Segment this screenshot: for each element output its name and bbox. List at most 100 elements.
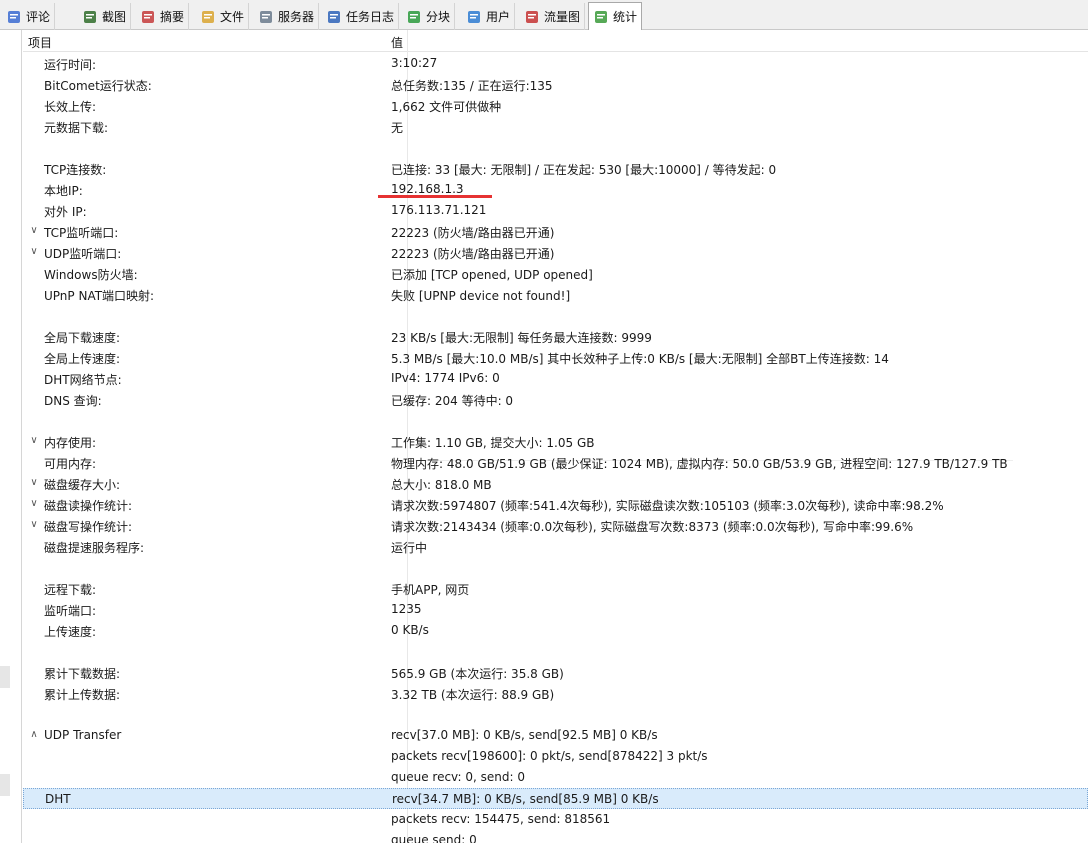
list-row[interactable]: 本地IP: 192.168.1.3	[23, 179, 1088, 200]
list-row[interactable]: Windows防火墙: 已添加 [TCP opened, UDP opened]	[23, 263, 1088, 284]
expander-icon[interactable]	[28, 78, 40, 90]
tab-log[interactable]: 任务日志	[322, 3, 400, 30]
expander-icon[interactable]: ∨	[28, 477, 40, 489]
tab-comment[interactable]: 评论	[2, 3, 56, 30]
expander-icon[interactable]	[28, 414, 40, 426]
list-row[interactable]: 累计上传数据: 3.32 TB (本次运行: 88.9 GB)	[23, 683, 1088, 704]
list-row[interactable]: ∨ 磁盘缓存大小: 总大小: 818.0 MB	[23, 473, 1088, 494]
list-row[interactable]: 长效上传: 1,662 文件可供做种	[23, 95, 1088, 116]
list-row[interactable]	[23, 704, 1088, 725]
expander-icon[interactable]	[28, 708, 40, 720]
expander-icon[interactable]	[28, 582, 40, 594]
expander-icon[interactable]: ∧	[28, 729, 40, 741]
expander-icon[interactable]	[28, 267, 40, 279]
row-key: 全局上传速度:	[44, 352, 121, 366]
expander-icon[interactable]	[28, 351, 40, 363]
expander-icon[interactable]: ∨	[28, 435, 40, 447]
list-row[interactable]: UPnP NAT端口映射: 失败 [UPNP device not found!]	[23, 284, 1088, 305]
tab-summary[interactable]: 摘要	[136, 3, 190, 30]
server-icon	[258, 9, 274, 25]
expander-icon[interactable]	[28, 666, 40, 678]
list-row[interactable]: 全局下载速度: 23 KB/s [最大:无限制] 每任务最大连接数: 9999	[23, 326, 1088, 347]
expander-icon[interactable]	[28, 309, 40, 321]
tab-line-chart[interactable]: 流量图	[520, 3, 586, 30]
list-row[interactable]: ∨ TCP监听端口: 22223 (防火墙/路由器已开通)	[23, 221, 1088, 242]
list-row[interactable]: 监听端口: 1235	[23, 599, 1088, 620]
list-row[interactable]: 全局上传速度: 5.3 MB/s [最大:10.0 MB/s] 其中长效种子上传:…	[23, 347, 1088, 368]
list-row[interactable]	[23, 410, 1088, 431]
list-row[interactable]: ∨ 内存使用: 工作集: 1.10 GB, 提交大小: 1.05 GB	[23, 431, 1088, 452]
expander-icon[interactable]	[28, 141, 40, 153]
expander-icon[interactable]	[28, 624, 40, 636]
list-row[interactable]: queue recv: 0, send: 0	[23, 767, 1088, 788]
list-row[interactable]: ∨ UDP监听端口: 22223 (防火墙/路由器已开通)	[23, 242, 1088, 263]
expander-icon[interactable]	[29, 793, 41, 805]
tab-user[interactable]: 用户	[462, 3, 516, 30]
expander-icon[interactable]	[28, 120, 40, 132]
expander-icon[interactable]	[28, 99, 40, 111]
expander-icon[interactable]	[28, 330, 40, 342]
row-value: queue recv: 0, send: 0	[391, 770, 525, 784]
tab-pie-chart[interactable]: 分块	[402, 3, 456, 30]
expander-icon[interactable]	[28, 393, 40, 405]
list-row[interactable]: packets recv: 154475, send: 818561	[23, 809, 1088, 830]
expander-icon[interactable]	[28, 813, 40, 825]
expander-icon[interactable]	[28, 834, 40, 843]
list-row[interactable]: packets recv[198600]: 0 pkt/s, send[8784…	[23, 746, 1088, 767]
tab-stats[interactable]: 统计	[588, 2, 643, 31]
expander-icon[interactable]	[28, 540, 40, 552]
expander-icon[interactable]	[28, 204, 40, 216]
expander-icon[interactable]: ∨	[28, 225, 40, 237]
expander-icon[interactable]	[28, 603, 40, 615]
list-row[interactable]: DHT网络节点: IPv4: 1774 IPv6: 0	[23, 368, 1088, 389]
expander-icon[interactable]: ∨	[28, 246, 40, 258]
list-row[interactable]: 对外 IP: 176.113.71.121	[23, 200, 1088, 221]
list-row[interactable]	[23, 557, 1088, 578]
expander-icon[interactable]	[28, 456, 40, 468]
expander-icon[interactable]	[28, 750, 40, 762]
row-value: 3.32 TB (本次运行: 88.9 GB)	[391, 688, 555, 702]
tab-label: 摘要	[160, 10, 185, 24]
tab-screenshot[interactable]: 截图	[78, 3, 132, 30]
list-row[interactable]: ∨ 磁盘读操作统计: 请求次数:5974807 (频率:541.4次每秒), 实际磁…	[23, 494, 1088, 515]
column-header-value[interactable]: 值	[391, 34, 403, 51]
list-row[interactable]	[23, 137, 1088, 158]
list-row[interactable]: ∧ UDP Transfer recv[37.0 MB]: 0 KB/s, send…	[23, 725, 1088, 746]
tab-server[interactable]: 服务器	[254, 3, 320, 30]
tab-label: 用户	[486, 10, 511, 24]
tab-label: 服务器	[278, 10, 315, 24]
list-row[interactable]: BitComet运行状态: 总任务数:135 / 正在运行:135	[23, 74, 1088, 95]
list-row[interactable]: 远程下载: 手机APP, 网页	[23, 578, 1088, 599]
expander-icon[interactable]	[28, 645, 40, 657]
list-row[interactable]: 上传速度: 0 KB/s	[23, 620, 1088, 641]
tab-folder[interactable]: 文件	[196, 3, 250, 30]
expander-icon[interactable]: ∨	[28, 498, 40, 510]
list-row[interactable]: 磁盘提速服务程序: 运行中	[23, 536, 1088, 557]
list-row[interactable]: 累计下载数据: 565.9 GB (本次运行: 35.8 GB)	[23, 662, 1088, 683]
list-row[interactable]: 可用内存: 物理内存: 48.0 GB/51.9 GB (最少保证: 1024 M…	[23, 452, 1088, 473]
stats-icon	[593, 9, 609, 25]
expander-icon[interactable]	[28, 771, 40, 783]
expander-icon[interactable]	[28, 288, 40, 300]
list-row[interactable]: 元数据下载: 无	[23, 116, 1088, 137]
list-row[interactable]	[23, 305, 1088, 326]
expander-icon[interactable]	[28, 57, 40, 69]
red-underline-annotation	[378, 195, 492, 198]
expander-icon[interactable]	[28, 561, 40, 573]
expander-icon[interactable]	[28, 687, 40, 699]
expander-icon[interactable]	[28, 183, 40, 195]
expander-icon[interactable]: ∨	[28, 519, 40, 531]
list-row[interactable]	[23, 641, 1088, 662]
row-value: packets recv[198600]: 0 pkt/s, send[8784…	[391, 749, 708, 763]
list-row[interactable]: 运行时间: 3:10:27	[23, 53, 1088, 74]
left-side-panel	[0, 30, 22, 843]
expander-icon[interactable]	[28, 372, 40, 384]
list-row[interactable]: DHT recv[34.7 MB]: 0 KB/s, send[85.9 MB] …	[23, 788, 1088, 809]
list-row[interactable]: TCP连接数: 已连接: 33 [最大: 无限制] / 正在发起: 530 [最大…	[23, 158, 1088, 179]
list-row[interactable]: DNS 查询: 已缓存: 204 等待中: 0	[23, 389, 1088, 410]
expander-icon[interactable]	[28, 162, 40, 174]
list-row[interactable]: queue send: 0	[23, 830, 1088, 843]
column-header-item[interactable]: 项目	[28, 34, 52, 51]
list-row[interactable]: ∨ 磁盘写操作统计: 请求次数:2143434 (频率:0.0次每秒), 实际磁盘写…	[23, 515, 1088, 536]
row-key: UDP Transfer	[44, 728, 122, 742]
